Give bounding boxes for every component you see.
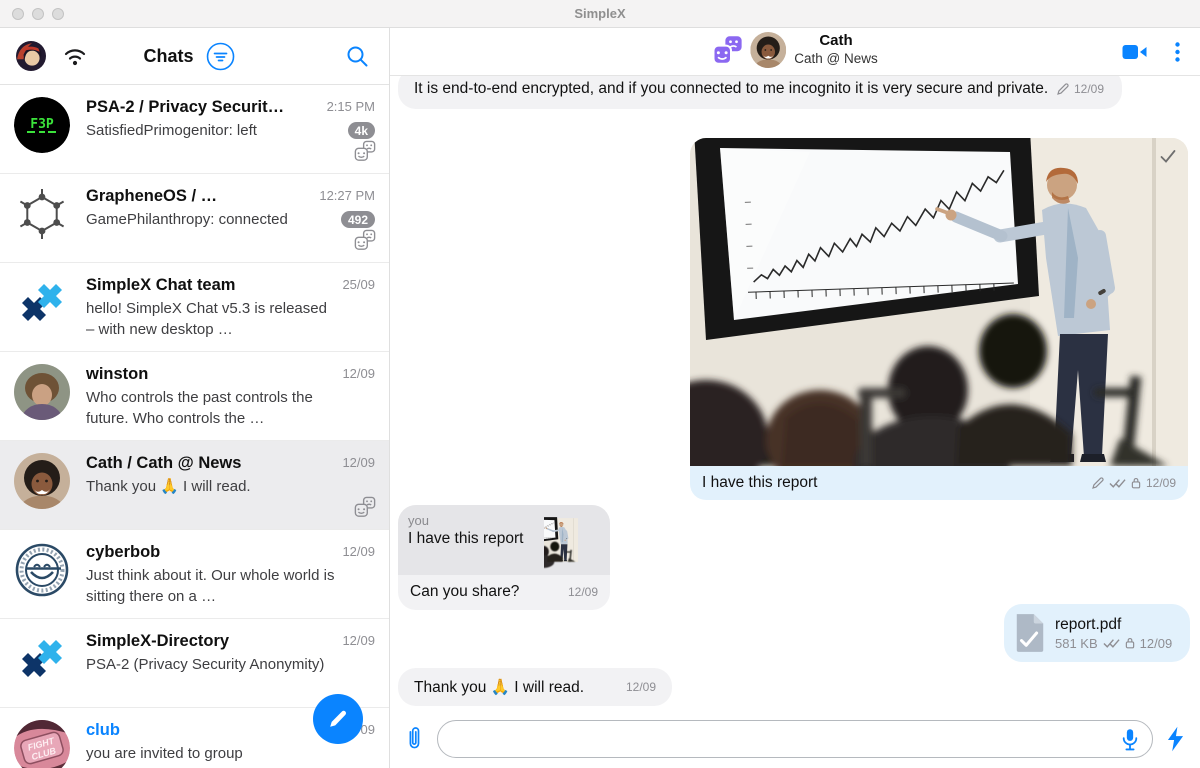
avatar	[14, 275, 70, 331]
quoted-message[interactable]: you I have this report	[398, 505, 610, 575]
instant-send-icon[interactable]	[1167, 726, 1184, 752]
incognito-masks-icon	[712, 35, 742, 65]
lock-icon	[1125, 637, 1135, 649]
message-time: 12/09	[568, 585, 598, 599]
chat-time: 12/09	[342, 544, 375, 559]
attach-file-icon[interactable]	[405, 724, 423, 754]
message-time: 12/09	[1146, 476, 1176, 490]
chat-preview: Just think about it. Our whole world is …	[86, 565, 375, 607]
chat-preview: GamePhilanthropy: connected	[86, 209, 375, 230]
avatar	[14, 453, 70, 509]
chat-preview: PSA-2 (Privacy Security Anonymity)	[86, 654, 375, 675]
chat-header[interactable]: Cath Cath @ News	[390, 28, 1200, 76]
avatar	[14, 631, 70, 687]
quote-photo-thumbnail	[544, 505, 610, 575]
edited-pencil-icon	[1092, 477, 1104, 489]
double-check-icon	[1103, 638, 1120, 648]
incognito-masks-icon	[354, 229, 376, 251]
avatar	[14, 720, 70, 768]
edited-pencil-icon	[1057, 83, 1069, 95]
video-call-icon[interactable]	[1122, 43, 1147, 61]
search-icon[interactable]	[346, 45, 369, 68]
chat-list: PSA-2 / Privacy Securit… SatisfiedPrimog…	[0, 85, 389, 768]
chat-row-cath[interactable]: Cath / Cath @ News Thank you 🙏 I will re…	[0, 441, 389, 530]
avatar	[14, 542, 70, 598]
chat-row-winston[interactable]: winston Who controls the past controls t…	[0, 352, 389, 441]
chat-pane: Cath Cath @ News It is end-to-end e	[390, 28, 1200, 768]
close-window-button[interactable]	[12, 8, 24, 20]
lock-icon	[1131, 477, 1141, 489]
chat-time: 2:15 PM	[327, 99, 375, 114]
incognito-masks-icon	[354, 140, 376, 162]
window-title: SimpleX	[574, 6, 625, 21]
chat-name: winston	[86, 365, 375, 384]
chat-name: cyberbob	[86, 543, 375, 562]
chat-time: 25/09	[342, 277, 375, 292]
contact-alias: Cath @ News	[794, 51, 877, 68]
quote-text: I have this report	[408, 530, 534, 548]
avatar	[14, 97, 70, 153]
unread-badge: 4k	[348, 122, 375, 139]
double-check-icon	[1109, 478, 1126, 488]
minimize-window-button[interactable]	[32, 8, 44, 20]
composer	[390, 710, 1200, 768]
document-icon	[1013, 612, 1047, 654]
chat-name: SimpleX Chat team	[86, 276, 375, 295]
user-profile-avatar[interactable]	[16, 41, 46, 71]
message-file[interactable]: report.pdf 581 KB 12/09	[1004, 604, 1190, 662]
chat-preview: you are invited to group	[86, 743, 375, 764]
chat-time: 12/09	[342, 455, 375, 470]
zoom-window-button[interactable]	[52, 8, 64, 20]
voice-message-icon[interactable]	[1121, 728, 1139, 752]
message-encryption-notice: It is end-to-end encrypted, and if you c…	[398, 76, 1122, 109]
message-share-request: you I have this report Can you share? 12…	[398, 505, 610, 610]
message-time: 12/09	[1074, 78, 1104, 100]
chat-preview: hello! SimpleX Chat v5.3 is released – w…	[86, 298, 375, 340]
chat-preview: Who controls the past controls the futur…	[86, 387, 375, 429]
message-time: 12/09	[1140, 636, 1173, 651]
chat-name: SimpleX-Directory	[86, 632, 375, 651]
conference-photo-image[interactable]	[690, 138, 1188, 466]
message-input[interactable]	[438, 721, 1152, 757]
contact-avatar	[750, 32, 786, 68]
sent-check-icon	[1159, 147, 1177, 165]
message-text: It is end-to-end encrypted, and if you c…	[414, 80, 1048, 97]
chat-preview: Thank you 🙏 I will read.	[86, 476, 375, 497]
chats-title: Chats	[144, 46, 194, 67]
chat-preview: SatisfiedPrimogenitor: left	[86, 120, 375, 141]
message-input-pill	[437, 720, 1153, 758]
message-time: 12/09	[626, 680, 656, 694]
menu-dots-icon[interactable]	[1175, 42, 1180, 62]
window-titlebar: SimpleX	[0, 0, 1200, 28]
chat-row-psa2[interactable]: PSA-2 / Privacy Securit… SatisfiedPrimog…	[0, 85, 389, 174]
message-photo[interactable]: I have this report 12/09	[690, 138, 1188, 500]
avatar	[14, 186, 70, 242]
message-list: It is end-to-end encrypted, and if you c…	[390, 76, 1200, 710]
quote-author: you	[408, 513, 534, 528]
chat-row-grapheneos[interactable]: GrapheneOS / … GamePhilanthropy: connect…	[0, 174, 389, 263]
window-controls	[12, 8, 64, 20]
chat-row-simplex-team[interactable]: SimpleX Chat team hello! SimpleX Chat v5…	[0, 263, 389, 352]
photo-caption: I have this report	[702, 474, 817, 492]
message-thanks: Thank you 🙏 I will read. 12/09	[398, 668, 672, 706]
sidebar: Chats PSA-2 / Privacy Securit… Satisfied…	[0, 28, 390, 768]
chat-time: 12/09	[342, 633, 375, 648]
server-status-icon[interactable]	[62, 45, 88, 67]
avatar	[14, 364, 70, 420]
file-size: 581 KB	[1055, 636, 1098, 651]
incognito-masks-icon	[354, 496, 376, 518]
message-text: Thank you 🙏 I will read.	[414, 678, 584, 697]
chat-filter-icon[interactable]	[206, 42, 235, 71]
file-name: report.pdf	[1055, 616, 1172, 634]
chat-time: 12/09	[342, 366, 375, 381]
contact-name: Cath	[819, 32, 852, 51]
chat-row-cyberbob[interactable]: cyberbob Just think about it. Our whole …	[0, 530, 389, 619]
chat-time: 12:27 PM	[319, 188, 375, 203]
unread-badge: 492	[341, 211, 375, 228]
chat-name: Cath / Cath @ News	[86, 454, 375, 473]
new-chat-button[interactable]	[313, 694, 363, 744]
sidebar-header: Chats	[0, 28, 389, 85]
message-text: Can you share?	[410, 583, 519, 601]
pencil-icon	[327, 708, 349, 730]
